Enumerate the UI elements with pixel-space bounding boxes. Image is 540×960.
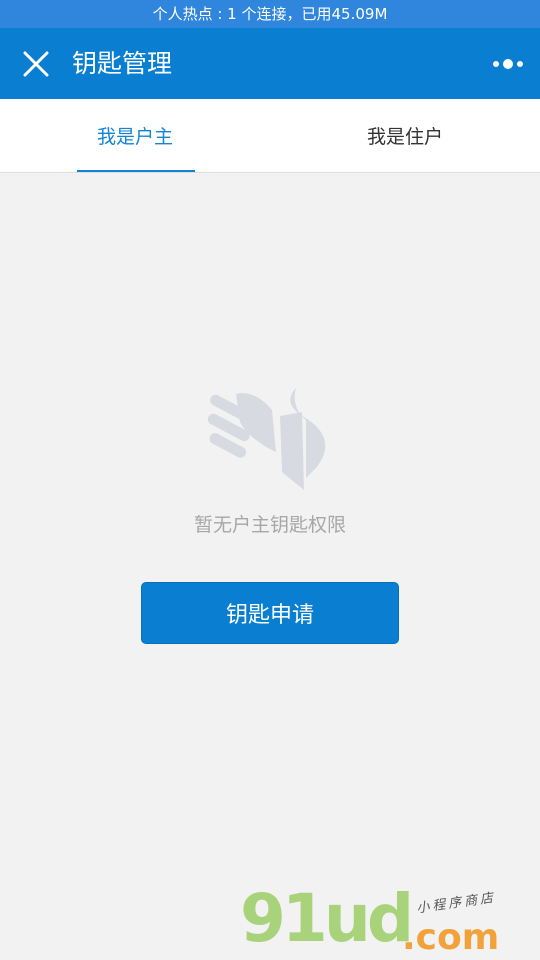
more-dots-icon — [493, 59, 523, 69]
watermark-suffix: .com — [402, 917, 500, 958]
close-icon — [23, 51, 49, 77]
page-title: 钥匙管理 — [72, 49, 173, 78]
hotspot-status-text: 个人热点 : 1 个连接，已用45.09M — [152, 5, 388, 23]
watermark-subtitle: 小程序商店 — [415, 890, 497, 917]
hand-key-icon — [207, 388, 326, 490]
empty-state-message: 暂无户主钥匙权限 — [193, 514, 346, 536]
active-tab-indicator — [77, 170, 195, 172]
tab-bar: 我是户主 我是住户 — [0, 99, 540, 173]
tab-owner[interactable]: 我是户主 — [0, 99, 270, 172]
key-apply-button[interactable]: 钥匙申请 — [141, 582, 399, 644]
tab-owner-label: 我是户主 — [96, 126, 173, 148]
tab-resident[interactable]: 我是住户 — [270, 99, 540, 172]
watermark-main-text: 91ud — [240, 880, 414, 957]
more-button[interactable] — [484, 48, 532, 80]
tab-resident-label: 我是住户 — [366, 126, 443, 148]
nav-bar: 钥匙管理 — [0, 28, 540, 99]
hotspot-status-bar[interactable]: 个人热点 : 1 个连接，已用45.09M — [0, 0, 540, 28]
close-button[interactable] — [16, 46, 56, 82]
screen: 个人热点 : 1 个连接，已用45.09M 钥匙管理 我是户主 我是住户 暂无户… — [0, 0, 540, 960]
watermark-logo: 91ud .com 小程序商店 — [238, 886, 538, 960]
